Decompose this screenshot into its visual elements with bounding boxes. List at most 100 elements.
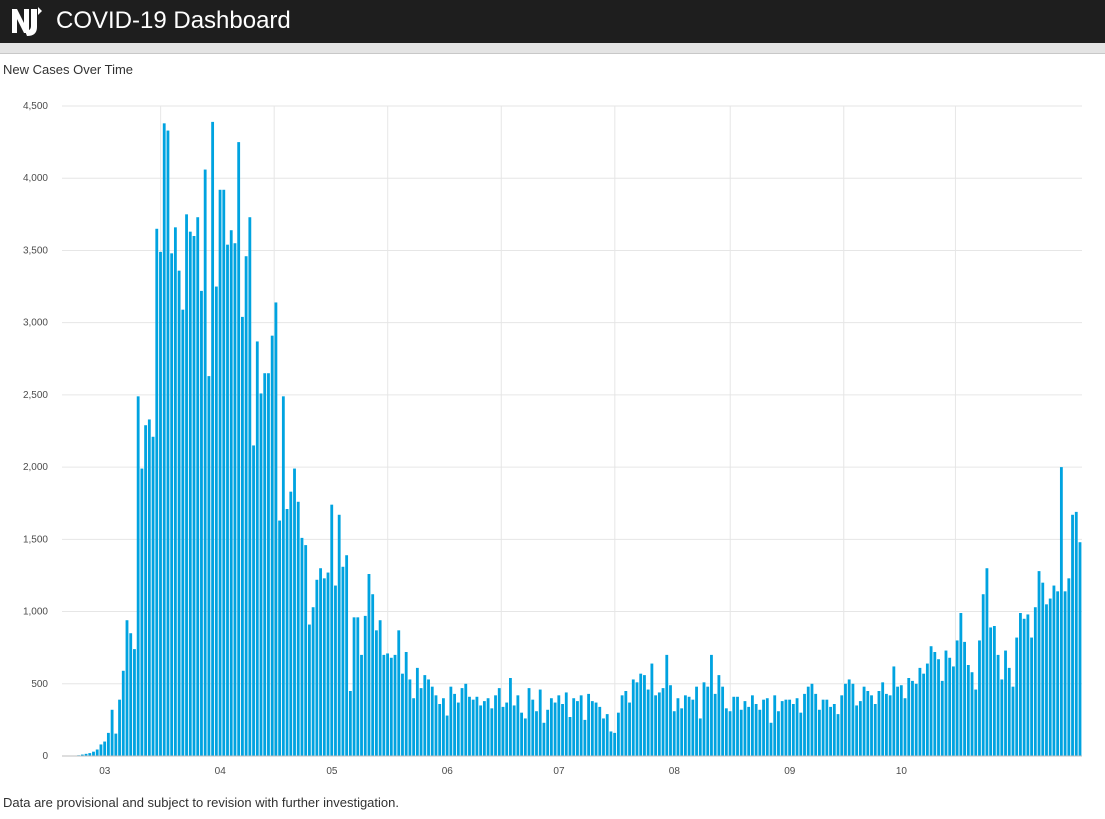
bar	[304, 545, 308, 756]
bar	[538, 689, 542, 756]
bar	[687, 696, 691, 756]
bar	[966, 665, 970, 756]
bar	[940, 680, 944, 756]
bar	[140, 468, 144, 756]
bar	[743, 701, 747, 756]
bar	[505, 702, 509, 756]
bar	[412, 698, 416, 756]
bar	[873, 704, 877, 756]
bar	[255, 341, 259, 756]
bar	[840, 695, 844, 756]
bar	[680, 708, 684, 756]
bar	[881, 682, 885, 756]
bar	[650, 663, 654, 756]
bar	[389, 657, 393, 756]
bar	[445, 715, 449, 756]
y-tick-label: 2,000	[23, 462, 48, 473]
bar	[453, 693, 456, 756]
chart-bars	[77, 121, 1082, 757]
bar	[568, 717, 572, 756]
bar	[620, 695, 624, 756]
bar	[892, 666, 896, 756]
x-tick-label: 05	[326, 766, 338, 777]
bar	[557, 695, 561, 756]
bar	[214, 286, 218, 756]
bar	[732, 696, 736, 756]
bar	[736, 696, 739, 756]
bar	[125, 620, 129, 756]
bar	[307, 624, 311, 756]
x-tick-label: 10	[896, 766, 908, 777]
bar	[952, 666, 955, 756]
bar	[1026, 614, 1030, 756]
y-tick-label: 3,500	[23, 245, 48, 256]
bar	[836, 714, 840, 756]
bar	[527, 688, 531, 756]
chart-title: New Cases Over Time	[3, 62, 134, 77]
bar	[386, 653, 389, 756]
bar	[654, 695, 658, 756]
bar	[1067, 578, 1071, 756]
bar	[754, 704, 758, 756]
bar	[598, 706, 602, 756]
bar	[911, 680, 914, 756]
bar	[170, 253, 174, 757]
bar	[616, 712, 620, 756]
bar	[579, 695, 583, 756]
bar	[914, 683, 918, 756]
bar	[784, 699, 788, 756]
bar	[1059, 467, 1063, 756]
bar	[832, 704, 836, 756]
bar	[1033, 607, 1037, 756]
bar	[229, 230, 233, 756]
bar	[665, 654, 669, 756]
bar	[121, 670, 125, 756]
bar	[442, 698, 445, 756]
bar	[758, 709, 762, 756]
bar	[106, 732, 110, 756]
bar	[922, 673, 926, 756]
bar	[747, 706, 751, 756]
bar	[609, 731, 613, 756]
bar	[259, 393, 263, 756]
x-tick-label: 08	[669, 766, 681, 777]
bar	[777, 711, 780, 756]
bar	[173, 227, 177, 757]
bar	[885, 693, 888, 756]
bar	[341, 566, 345, 756]
bar	[1007, 667, 1011, 756]
bar	[602, 718, 605, 756]
bar	[192, 236, 196, 756]
bar	[542, 722, 546, 756]
bar	[322, 578, 326, 756]
bar	[672, 711, 676, 756]
app-title: COVID-19 Dashboard	[56, 7, 291, 34]
bar	[401, 673, 404, 756]
bar	[471, 699, 475, 756]
bar	[877, 691, 881, 756]
bar	[203, 169, 207, 757]
bar	[311, 607, 315, 756]
bar	[739, 709, 743, 756]
bar	[535, 711, 538, 756]
bar	[133, 649, 136, 756]
bar	[587, 693, 591, 756]
bar	[237, 142, 241, 757]
bar	[207, 376, 211, 756]
bar	[717, 675, 721, 756]
bar	[594, 702, 598, 756]
bar	[326, 572, 330, 756]
bar	[147, 419, 151, 756]
bar	[155, 228, 159, 756]
bar	[903, 698, 907, 756]
x-tick-label: 03	[99, 766, 111, 777]
bar	[1022, 618, 1026, 756]
y-tick-label: 2,500	[23, 390, 48, 401]
bar	[933, 652, 937, 756]
bar	[1071, 514, 1074, 756]
bar	[721, 686, 725, 756]
bar	[404, 652, 408, 756]
bar	[981, 594, 985, 756]
bar	[200, 290, 203, 756]
bar	[631, 679, 635, 756]
